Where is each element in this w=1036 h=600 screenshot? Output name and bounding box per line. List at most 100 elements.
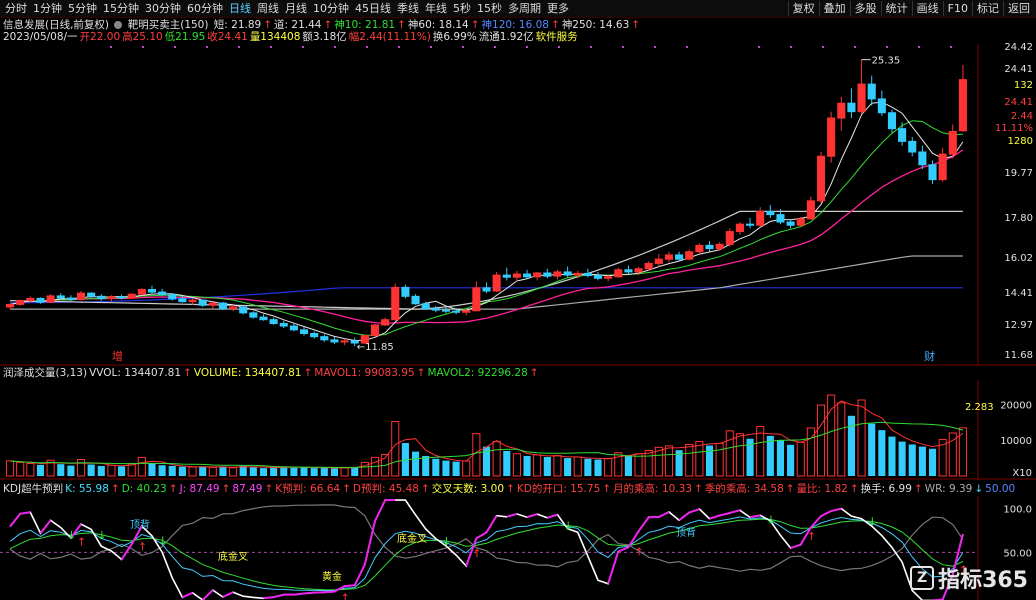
toolbar-button-5[interactable]: F10 (942, 1, 972, 16)
candle-body (786, 221, 795, 226)
low-annotation: ←11.85 (357, 342, 394, 353)
volume-bar (178, 466, 186, 476)
period-tab-0[interactable]: 分时 (2, 1, 30, 16)
kdj-signal-label-0: 顶背 (130, 518, 150, 531)
candle-body (178, 298, 187, 303)
period-tab-14[interactable]: 15秒 (474, 1, 505, 16)
candle-body (158, 291, 167, 296)
candle-body (16, 300, 25, 305)
candle-body (66, 297, 75, 301)
period-tab-7[interactable]: 周线 (254, 1, 282, 16)
kdj-axis-label-0: 100.0 (1003, 505, 1032, 516)
price-axis-label-8: 17.80 (1004, 213, 1033, 224)
volume-bar (948, 432, 957, 477)
main-info-item-2: 道: 21.44 (274, 19, 322, 31)
kdj-info-item-10: ↑ (342, 483, 351, 495)
candle-body (401, 286, 410, 297)
candle-body (168, 294, 177, 300)
kdj-info-item-9: K预判: 66.64 (275, 483, 341, 495)
toolbar-right-buttons: 复权 叠加 多股 统计 画线 F10 标记 返回 (787, 1, 1034, 16)
golden-cross-arrow: ↑ (77, 536, 86, 549)
volume-bar (878, 430, 886, 476)
volume-bar (107, 464, 116, 477)
volume-bar (857, 399, 866, 477)
toolbar-button-4[interactable]: 画线 (911, 1, 943, 16)
volume-bar (735, 433, 744, 477)
toolbar-button-1[interactable]: 叠加 (818, 1, 850, 16)
period-tab-3[interactable]: 15分钟 (100, 1, 142, 16)
j-rising-segment (222, 591, 234, 598)
price-chart[interactable]: 25.35 ←11.85 增 财 (0, 44, 1036, 366)
volume-bar (644, 450, 653, 477)
toolbar-button-0[interactable]: 复权 (787, 1, 819, 16)
main-info-item-7: ↑ (470, 19, 480, 31)
vol-info-item-6: ↑ (416, 367, 426, 379)
candle-body (431, 308, 440, 311)
volume-bar (725, 430, 734, 477)
toolbar-button-6[interactable]: 标记 (972, 1, 1003, 16)
volume-bar (208, 466, 217, 477)
signal-dot (686, 46, 688, 48)
toolbar-button-2[interactable]: 多股 (849, 1, 881, 16)
j-rising-segment (201, 589, 214, 600)
candle-body (502, 274, 511, 278)
kdj-info-item-23: 换手: 6.99 (860, 483, 912, 495)
period-tab-9[interactable]: 10分钟 (310, 1, 352, 16)
d-line (9, 518, 964, 591)
signal-dot (206, 46, 208, 48)
volume-bar (715, 442, 724, 477)
candle-body (87, 292, 96, 297)
candle-body (320, 336, 329, 341)
period-tab-15[interactable]: 多周期 (505, 1, 544, 16)
indicator-name[interactable]: 靶明买卖主(150) (128, 19, 209, 31)
volume-info: 润泽成交量(3,13) VVOL: 134407.81 ↑ VOLUME: 13440… (3, 367, 541, 380)
candle-body (614, 269, 623, 278)
candle-body (522, 273, 532, 278)
candle-body (310, 332, 319, 338)
candle-body (958, 79, 967, 132)
vol-info-item-7: MAVOL2: 92296.28 (427, 367, 528, 379)
candle-body (269, 319, 278, 324)
volume-bar (391, 421, 400, 477)
volume-bar (624, 455, 632, 476)
signal-dot (622, 46, 624, 48)
volume-bar (259, 468, 268, 476)
period-tab-12[interactable]: 年线 (422, 1, 450, 16)
period-tab-13[interactable]: 5秒 (450, 1, 474, 16)
volume-bar (442, 460, 450, 476)
toolbar-button-3[interactable]: 统计 (880, 1, 912, 16)
candle-body (593, 275, 603, 279)
volume-bar (300, 467, 308, 476)
period-tab-2[interactable]: 5分钟 (65, 1, 100, 16)
kdj-info-item-17: 月的乘高: 10.33 (613, 483, 692, 495)
period-tab-10[interactable]: 45日线 (352, 1, 394, 16)
candle-body (26, 297, 35, 302)
volume-chart[interactable]: 20000 10000 X10 2.283 (0, 380, 1036, 480)
period-tab-16[interactable]: 更多 (544, 1, 572, 16)
period-tab-8[interactable]: 月线 (282, 1, 310, 16)
period-tab-11[interactable]: 季线 (394, 1, 422, 16)
period-tab-4[interactable]: 30分钟 (142, 1, 184, 16)
period-tab-5[interactable]: 60分钟 (184, 1, 226, 16)
volume-bar (351, 467, 359, 476)
kdj-chart[interactable]: ↓ ↑↓↑ ↓↑↓↑↓↑↓↑↓↑顶背顶背底金叉底金叉黄金100.050.00 (0, 496, 1036, 600)
main-info-item-10: 神250: 14.63 (561, 19, 630, 31)
candle-body (908, 140, 917, 153)
candle-body (604, 276, 613, 279)
period-tab-1[interactable]: 1分钟 (30, 1, 65, 16)
volume-bar (664, 445, 674, 477)
settings-icon[interactable] (114, 21, 123, 29)
kdj-info-item-4: ↑ (168, 483, 178, 495)
toolbar-button-7[interactable]: 返回 (1003, 1, 1034, 16)
kdj-info-item-8: ↑ (264, 483, 274, 495)
dead-cross-arrow: ↓ (442, 535, 451, 548)
candle-body (776, 214, 785, 223)
quote-item-2: 高25.10 (122, 31, 163, 43)
j-rising-segment (790, 543, 802, 549)
volume-bar (868, 423, 876, 476)
candle-body (472, 287, 481, 312)
j-rising-segment (617, 546, 629, 553)
period-tab-6[interactable]: 日线 (226, 1, 254, 16)
candle-body (695, 244, 704, 253)
j-rising-segment (263, 596, 274, 600)
